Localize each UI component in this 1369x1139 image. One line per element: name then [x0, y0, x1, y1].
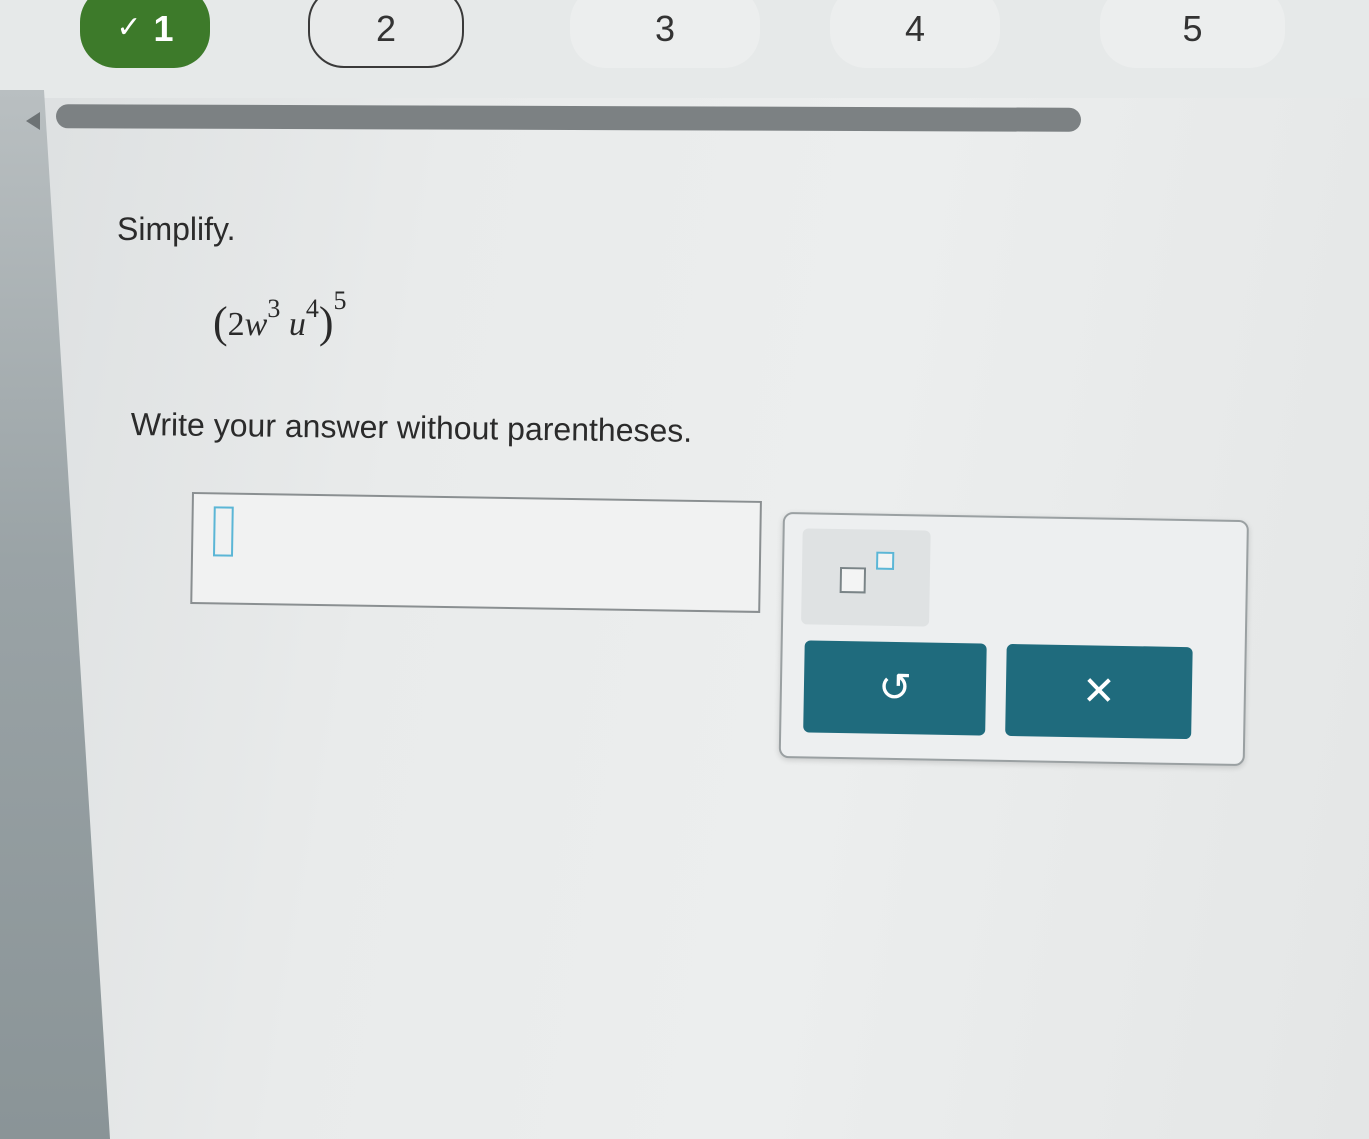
step-scrollbar[interactable] [55, 104, 1082, 132]
exponent-w: 3 [267, 293, 281, 323]
close-paren: ) [318, 298, 334, 347]
step-1-tab[interactable]: ✓ 1 [80, 0, 210, 68]
step-label: 5 [1182, 8, 1203, 49]
question-instruction: Simplify. [117, 211, 236, 247]
input-placeholder-box [212, 506, 234, 557]
answer-input[interactable] [190, 492, 762, 613]
undo-button[interactable]: ↺ [803, 640, 987, 736]
math-expression: (2w3 u4)5 [213, 286, 347, 347]
variable-w: w [244, 306, 268, 343]
scroll-left-icon[interactable] [26, 112, 40, 130]
screen-edge [0, 90, 110, 1139]
math-toolbar: ↺ ✕ [778, 512, 1249, 767]
clear-button[interactable]: ✕ [1005, 643, 1193, 740]
superscript-template-icon [839, 567, 867, 594]
outer-exponent: 5 [333, 286, 347, 315]
step-label: 3 [654, 8, 676, 49]
answer-instruction: Write your answer without parentheses. [130, 406, 693, 449]
check-icon: ✓ [116, 10, 142, 44]
clear-icon: ✕ [1081, 669, 1117, 714]
superscript-box-icon [876, 551, 895, 570]
step-4-tab[interactable]: 4 [830, 0, 1000, 68]
step-2-tab[interactable]: 2 [308, 0, 464, 68]
step-label: 4 [904, 8, 926, 49]
step-3-tab[interactable]: 3 [570, 0, 760, 68]
open-paren: ( [213, 298, 228, 347]
variable-u: u [288, 306, 306, 343]
step-label: 2 [375, 8, 397, 49]
step-5-tab[interactable]: 5 [1100, 0, 1285, 68]
coefficient: 2 [227, 306, 245, 343]
step-label: 1 [153, 8, 174, 49]
undo-icon: ↺ [877, 665, 913, 711]
exponent-button[interactable] [801, 528, 931, 627]
exponent-u: 4 [305, 293, 319, 323]
